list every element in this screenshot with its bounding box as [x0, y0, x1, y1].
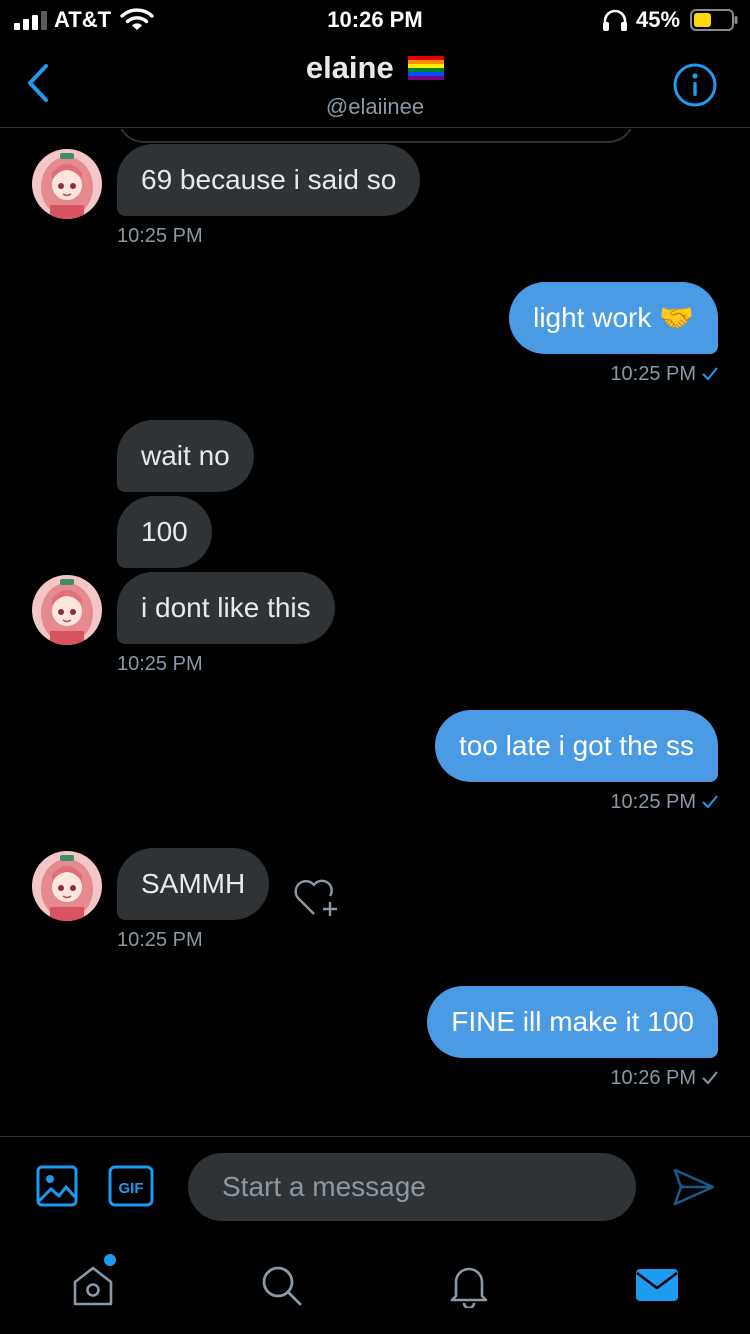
message-timestamp: 10:25 PM — [117, 653, 203, 675]
info-icon[interactable] — [672, 62, 718, 108]
avatar[interactable] — [32, 149, 102, 219]
previous-message-bubble[interactable] — [117, 129, 635, 143]
message-timestamp: 10:25 PM — [610, 791, 718, 814]
rainbow-flag-icon — [408, 56, 445, 80]
message-timestamp: 10:26 PM — [610, 1067, 718, 1090]
message-bubble-incoming[interactable]: 69 because i said so — [117, 144, 421, 216]
svg-text:GIF: GIF — [119, 1180, 144, 1197]
conversation-title[interactable]: elaine — [0, 50, 750, 86]
contact-handle: @elaiinee — [325, 94, 425, 119]
message-list[interactable]: 69 because i said so 10:25 PM light work… — [0, 129, 750, 1135]
timestamp-text: 10:26 PM — [610, 1067, 696, 1089]
message-input-wrapper — [188, 1153, 636, 1221]
message-bubble-incoming[interactable]: SAMMH — [117, 848, 270, 920]
avatar-image — [32, 575, 102, 645]
delivered-check-icon — [702, 1071, 718, 1085]
conversation-header: elaine @elaiinee — [0, 40, 750, 128]
message-bubble-outgoing[interactable]: too late i got the ss — [434, 710, 718, 782]
avatar[interactable] — [32, 575, 102, 645]
message-bubble-incoming[interactable]: wait no — [117, 420, 254, 492]
contact-name: elaine — [305, 50, 394, 85]
status-bar: AT&T 10:26 PM 45% — [0, 0, 750, 40]
avatar[interactable] — [32, 851, 102, 921]
message-bubble-outgoing[interactable]: light work 🤝 — [509, 282, 718, 354]
message-composer: GIF — [0, 1136, 750, 1236]
image-icon[interactable] — [36, 1165, 78, 1207]
avatar-image — [32, 851, 102, 921]
message-bubble-incoming[interactable]: 100 — [117, 496, 212, 568]
gif-icon[interactable]: GIF — [108, 1165, 154, 1207]
heart-plus-icon[interactable] — [292, 876, 342, 918]
battery-percent: 45% — [636, 7, 681, 32]
send-icon[interactable] — [672, 1167, 716, 1207]
battery-icon — [690, 9, 738, 31]
avatar-image — [32, 149, 102, 219]
message-input[interactable] — [188, 1153, 636, 1221]
mail-icon[interactable] — [634, 1262, 680, 1308]
message-timestamp: 10:25 PM — [117, 929, 203, 951]
message-timestamp: 10:25 PM — [610, 363, 718, 386]
sent-check-icon — [702, 795, 718, 809]
bottom-tab-bar — [0, 1236, 750, 1334]
message-bubble-outgoing[interactable]: FINE ill make it 100 — [427, 986, 718, 1058]
timestamp-text: 10:25 PM — [610, 791, 696, 813]
home-icon[interactable] — [70, 1262, 116, 1308]
headphones-icon — [603, 9, 627, 31]
message-bubble-incoming[interactable]: i dont like this — [117, 572, 335, 644]
sent-check-icon — [702, 367, 718, 381]
bell-icon[interactable] — [446, 1262, 492, 1308]
search-icon[interactable] — [258, 1262, 304, 1308]
message-timestamp: 10:25 PM — [117, 225, 203, 247]
home-notification-dot — [104, 1254, 116, 1266]
timestamp-text: 10:25 PM — [610, 363, 696, 385]
